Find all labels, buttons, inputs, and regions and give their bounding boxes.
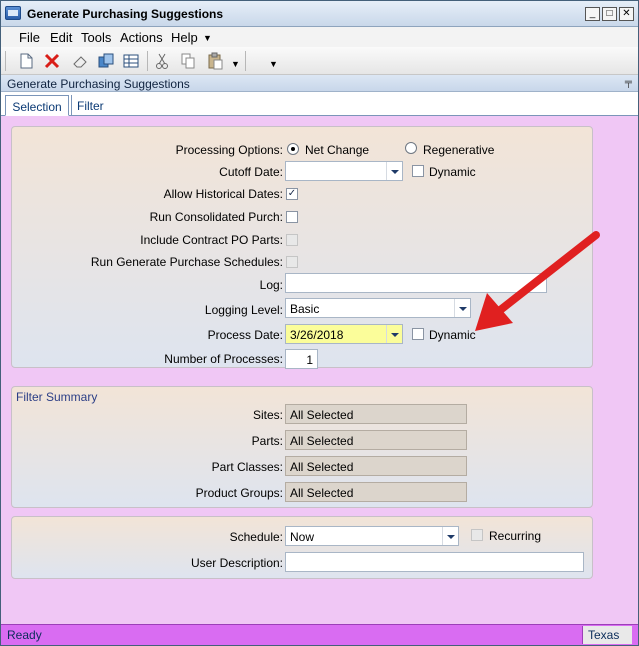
- processing-options-label: Processing Options:: [175, 143, 283, 157]
- tab-selection[interactable]: Selection: [5, 95, 69, 116]
- regenerative-label: Regenerative: [423, 143, 495, 157]
- schedule-value: Now: [290, 530, 315, 544]
- grid-icon[interactable]: [122, 52, 140, 70]
- cutoff-date-field[interactable]: [285, 161, 403, 181]
- close-icon[interactable]: ✕: [619, 7, 634, 21]
- num-processes-value: 1: [306, 353, 313, 367]
- schedule-group: Schedule: Now Recurring User Description…: [11, 516, 593, 579]
- regenerative-radio[interactable]: [405, 142, 417, 154]
- log-label: Log:: [259, 278, 283, 292]
- tab-bar: Selection Filter: [1, 92, 638, 116]
- paste-chevron-down-icon[interactable]: ▼: [231, 59, 240, 69]
- delete-icon[interactable]: [43, 52, 61, 70]
- net-change-radio[interactable]: [287, 143, 299, 155]
- panel-header: Generate Purchasing Suggestions ╤: [1, 75, 638, 92]
- tab-filter[interactable]: Filter: [71, 95, 115, 116]
- logging-level-value: Basic: [290, 302, 320, 316]
- filter-summary-title: Filter Summary: [16, 390, 98, 404]
- schedule-label: Schedule:: [229, 530, 283, 544]
- help-chevron-down-icon[interactable]: ▼: [203, 33, 212, 43]
- cutoff-dynamic-checkbox[interactable]: [412, 165, 424, 177]
- process-date-value: 3/26/2018: [290, 328, 344, 342]
- process-dynamic-checkbox[interactable]: [412, 328, 424, 340]
- menu-file[interactable]: File: [19, 30, 40, 45]
- part-classes-label: Part Classes:: [211, 460, 283, 474]
- eraser-icon[interactable]: [71, 52, 89, 70]
- recurring-checkbox: [471, 529, 483, 541]
- minimize-icon[interactable]: _: [585, 7, 600, 21]
- product-groups-label: Product Groups:: [195, 486, 283, 500]
- cut-icon[interactable]: [153, 52, 171, 70]
- toolbar-grip: [5, 51, 6, 71]
- num-processes-label: Number of Processes:: [164, 352, 283, 366]
- part-classes-field: All Selected: [285, 456, 467, 476]
- menu-actions[interactable]: Actions: [120, 30, 163, 45]
- parts-value: All Selected: [290, 434, 354, 448]
- parts-field: All Selected: [285, 430, 467, 450]
- user-description-field[interactable]: [285, 552, 584, 572]
- product-groups-field: All Selected: [285, 482, 467, 502]
- panel-title: Generate Purchasing Suggestions: [7, 77, 190, 91]
- product-groups-value: All Selected: [290, 486, 354, 500]
- sites-field: All Selected: [285, 404, 467, 424]
- status-ready: Ready: [7, 628, 42, 642]
- menu-help[interactable]: Help: [171, 30, 198, 45]
- num-processes-field[interactable]: 1: [285, 349, 318, 369]
- toolbar-separator: [147, 51, 148, 71]
- pin-icon[interactable]: ╤: [625, 77, 632, 88]
- chevron-down-icon[interactable]: [386, 325, 402, 343]
- red-arrow-annotation: [475, 231, 600, 331]
- filter-summary-group: Filter Summary Sites: All Selected Parts…: [11, 386, 593, 508]
- schedule-select[interactable]: Now: [285, 526, 459, 546]
- attach-icon[interactable]: [97, 52, 115, 70]
- content-area: Processing Options: Net Change Regenerat…: [1, 117, 638, 624]
- run-generate-checkbox: [286, 256, 298, 268]
- app-icon: [5, 6, 21, 20]
- maximize-icon[interactable]: □: [602, 7, 617, 21]
- include-contract-checkbox: [286, 234, 298, 246]
- allow-historical-checkbox[interactable]: ✓: [286, 188, 298, 200]
- process-date-label: Process Date:: [207, 328, 283, 342]
- parts-label: Parts:: [251, 434, 283, 448]
- status-bar: Ready Texas: [1, 624, 638, 645]
- app-window: Generate Purchasing Suggestions _ □ ✕ Fi…: [0, 0, 639, 646]
- copy-icon[interactable]: [179, 52, 197, 70]
- toolbar-separator: [245, 51, 246, 71]
- new-document-icon[interactable]: [17, 52, 35, 70]
- cutoff-dynamic-label: Dynamic: [429, 165, 476, 179]
- paste-icon[interactable]: [206, 52, 224, 70]
- process-date-field[interactable]: 3/26/2018: [285, 324, 403, 344]
- menu-bar: File Edit Tools Actions Help ▼: [1, 27, 638, 47]
- window-title: Generate Purchasing Suggestions: [27, 7, 224, 21]
- logging-level-label: Logging Level:: [204, 303, 283, 317]
- sites-label: Sites:: [252, 408, 283, 422]
- run-consolidated-checkbox[interactable]: [286, 211, 298, 223]
- logging-level-select[interactable]: Basic: [285, 298, 471, 318]
- menu-tools[interactable]: Tools: [81, 30, 111, 45]
- toolbar-overflow-chevron-icon[interactable]: ▼: [269, 59, 278, 69]
- cutoff-date-label: Cutoff Date:: [219, 165, 283, 179]
- run-generate-label: Run Generate Purchase Schedules:: [90, 255, 283, 269]
- title-bar[interactable]: Generate Purchasing Suggestions _ □ ✕: [1, 1, 638, 27]
- part-classes-value: All Selected: [290, 460, 354, 474]
- chevron-down-icon[interactable]: [386, 162, 402, 180]
- run-consolidated-label: Run Consolidated Purch:: [149, 210, 283, 224]
- include-contract-label: Include Contract PO Parts:: [140, 233, 283, 247]
- recurring-label: Recurring: [489, 529, 542, 543]
- net-change-label: Net Change: [305, 143, 370, 157]
- sites-value: All Selected: [290, 408, 354, 422]
- user-description-label: User Description:: [190, 556, 283, 570]
- allow-historical-label: Allow Historical Dates:: [163, 187, 283, 201]
- menu-edit[interactable]: Edit: [50, 30, 72, 45]
- toolbar: ▼ ▼: [1, 47, 638, 75]
- chevron-down-icon[interactable]: [442, 527, 458, 545]
- status-location: Texas: [582, 626, 632, 644]
